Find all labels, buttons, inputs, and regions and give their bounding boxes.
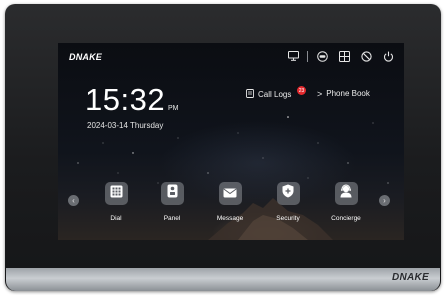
cctv-icon[interactable]: [314, 49, 330, 63]
app-label: Security: [276, 215, 300, 222]
door-panel-icon: [167, 184, 178, 203]
do-not-disturb-icon[interactable]: [358, 49, 374, 63]
app-concierge[interactable]: Concierge: [318, 182, 374, 222]
call-logs-label: Call Logs: [258, 90, 292, 99]
device-bottom-strip: [6, 268, 440, 291]
app-label: Message: [216, 215, 244, 222]
chevron-right-icon: >: [317, 88, 323, 99]
power-icon[interactable]: [380, 49, 396, 63]
app-label: Dial: [110, 215, 122, 222]
frame-logo: DNAKE: [391, 272, 429, 283]
app-dial[interactable]: Dial: [88, 182, 144, 222]
touch-screen: DNAKE 15:32 PM 2024-03-14 Thursday Call …: [58, 43, 404, 240]
status-bar-divider: [307, 50, 308, 62]
call-log-icon: [246, 89, 254, 100]
monitor-icon[interactable]: [285, 49, 301, 63]
next-page-button[interactable]: ›: [379, 195, 390, 206]
concierge-icon: [339, 184, 353, 203]
app-tile[interactable]: [276, 182, 300, 205]
envelope-icon: [223, 185, 237, 203]
app-panel[interactable]: Panel: [144, 182, 200, 222]
call-logs-badge: 23: [297, 86, 306, 95]
clock-meridiem: PM: [168, 105, 179, 112]
phone-book-label: Phone Book: [326, 89, 370, 98]
app-tile[interactable]: [334, 182, 358, 205]
app-security[interactable]: Security: [260, 182, 316, 222]
app-launcher: Dial Panel Message Security Concierge: [92, 182, 368, 232]
app-label: Concierge: [331, 215, 361, 222]
shield-plus-icon: [282, 184, 294, 203]
app-tile[interactable]: [218, 182, 242, 205]
status-bar: [279, 49, 396, 63]
split-screen-icon[interactable]: [336, 49, 352, 63]
app-message[interactable]: Message: [202, 182, 258, 222]
app-label: Panel: [163, 215, 181, 222]
call-logs-link[interactable]: Call Logs: [246, 89, 291, 100]
brand-logo: DNAKE: [69, 52, 103, 62]
clock-date: 2024-03-14 Thursday: [87, 121, 164, 130]
clock-time: 15:32: [85, 82, 166, 117]
phone-book-link[interactable]: > Phone Book: [317, 89, 370, 98]
dialpad-icon: [110, 185, 123, 203]
previous-page-button[interactable]: ‹: [68, 195, 79, 206]
app-tile[interactable]: [104, 182, 128, 205]
app-tile[interactable]: [160, 182, 184, 205]
